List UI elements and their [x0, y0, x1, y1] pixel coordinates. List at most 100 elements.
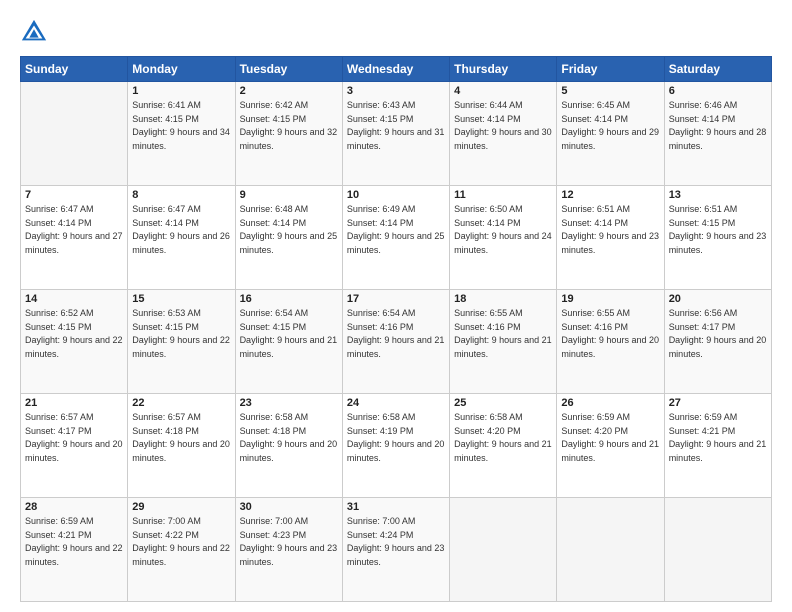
day-info: Sunrise: 6:57 AM Sunset: 4:18 PM Dayligh… — [132, 411, 230, 465]
day-info: Sunrise: 6:47 AM Sunset: 4:14 PM Dayligh… — [132, 203, 230, 257]
day-info: Sunrise: 6:55 AM Sunset: 4:16 PM Dayligh… — [454, 307, 552, 361]
day-info: Sunrise: 6:58 AM Sunset: 4:20 PM Dayligh… — [454, 411, 552, 465]
day-number: 3 — [347, 85, 445, 97]
week-row-2: 14 Sunrise: 6:52 AM Sunset: 4:15 PM Dayl… — [21, 290, 772, 394]
calendar-cell — [557, 498, 664, 602]
calendar-cell: 19 Sunrise: 6:55 AM Sunset: 4:16 PM Dayl… — [557, 290, 664, 394]
calendar-cell: 12 Sunrise: 6:51 AM Sunset: 4:14 PM Dayl… — [557, 186, 664, 290]
week-row-4: 28 Sunrise: 6:59 AM Sunset: 4:21 PM Dayl… — [21, 498, 772, 602]
day-info: Sunrise: 6:50 AM Sunset: 4:14 PM Dayligh… — [454, 203, 552, 257]
calendar-cell: 9 Sunrise: 6:48 AM Sunset: 4:14 PM Dayli… — [235, 186, 342, 290]
day-number: 5 — [561, 85, 659, 97]
day-info: Sunrise: 7:00 AM Sunset: 4:23 PM Dayligh… — [240, 515, 338, 569]
day-number: 4 — [454, 85, 552, 97]
day-number: 30 — [240, 501, 338, 513]
day-number: 11 — [454, 189, 552, 201]
week-row-1: 7 Sunrise: 6:47 AM Sunset: 4:14 PM Dayli… — [21, 186, 772, 290]
day-number: 26 — [561, 397, 659, 409]
week-row-0: 1 Sunrise: 6:41 AM Sunset: 4:15 PM Dayli… — [21, 82, 772, 186]
calendar-cell: 5 Sunrise: 6:45 AM Sunset: 4:14 PM Dayli… — [557, 82, 664, 186]
calendar-cell: 26 Sunrise: 6:59 AM Sunset: 4:20 PM Dayl… — [557, 394, 664, 498]
day-info: Sunrise: 6:56 AM Sunset: 4:17 PM Dayligh… — [669, 307, 767, 361]
calendar-cell: 17 Sunrise: 6:54 AM Sunset: 4:16 PM Dayl… — [342, 290, 449, 394]
calendar-cell: 28 Sunrise: 6:59 AM Sunset: 4:21 PM Dayl… — [21, 498, 128, 602]
day-number: 19 — [561, 293, 659, 305]
day-number: 15 — [132, 293, 230, 305]
calendar-cell: 14 Sunrise: 6:52 AM Sunset: 4:15 PM Dayl… — [21, 290, 128, 394]
calendar-cell — [21, 82, 128, 186]
day-info: Sunrise: 6:55 AM Sunset: 4:16 PM Dayligh… — [561, 307, 659, 361]
day-info: Sunrise: 6:47 AM Sunset: 4:14 PM Dayligh… — [25, 203, 123, 257]
day-number: 1 — [132, 85, 230, 97]
calendar-cell: 16 Sunrise: 6:54 AM Sunset: 4:15 PM Dayl… — [235, 290, 342, 394]
day-info: Sunrise: 6:58 AM Sunset: 4:18 PM Dayligh… — [240, 411, 338, 465]
day-number: 12 — [561, 189, 659, 201]
day-number: 27 — [669, 397, 767, 409]
calendar-cell: 15 Sunrise: 6:53 AM Sunset: 4:15 PM Dayl… — [128, 290, 235, 394]
calendar-cell: 13 Sunrise: 6:51 AM Sunset: 4:15 PM Dayl… — [664, 186, 771, 290]
day-number: 10 — [347, 189, 445, 201]
calendar-cell: 20 Sunrise: 6:56 AM Sunset: 4:17 PM Dayl… — [664, 290, 771, 394]
logo-icon — [20, 18, 48, 46]
day-number: 25 — [454, 397, 552, 409]
calendar-cell: 29 Sunrise: 7:00 AM Sunset: 4:22 PM Dayl… — [128, 498, 235, 602]
calendar-cell: 18 Sunrise: 6:55 AM Sunset: 4:16 PM Dayl… — [450, 290, 557, 394]
calendar-cell: 24 Sunrise: 6:58 AM Sunset: 4:19 PM Dayl… — [342, 394, 449, 498]
day-info: Sunrise: 6:51 AM Sunset: 4:15 PM Dayligh… — [669, 203, 767, 257]
calendar-cell: 22 Sunrise: 6:57 AM Sunset: 4:18 PM Dayl… — [128, 394, 235, 498]
calendar-cell: 27 Sunrise: 6:59 AM Sunset: 4:21 PM Dayl… — [664, 394, 771, 498]
day-number: 14 — [25, 293, 123, 305]
calendar-cell — [450, 498, 557, 602]
day-info: Sunrise: 6:46 AM Sunset: 4:14 PM Dayligh… — [669, 99, 767, 153]
day-number: 16 — [240, 293, 338, 305]
weekday-header-row: SundayMondayTuesdayWednesdayThursdayFrid… — [21, 57, 772, 82]
weekday-header-thursday: Thursday — [450, 57, 557, 82]
header — [20, 18, 772, 46]
calendar-cell: 31 Sunrise: 7:00 AM Sunset: 4:24 PM Dayl… — [342, 498, 449, 602]
day-number: 21 — [25, 397, 123, 409]
day-number: 13 — [669, 189, 767, 201]
calendar: SundayMondayTuesdayWednesdayThursdayFrid… — [20, 56, 772, 602]
day-number: 31 — [347, 501, 445, 513]
calendar-cell: 6 Sunrise: 6:46 AM Sunset: 4:14 PM Dayli… — [664, 82, 771, 186]
day-info: Sunrise: 6:41 AM Sunset: 4:15 PM Dayligh… — [132, 99, 230, 153]
day-info: Sunrise: 6:54 AM Sunset: 4:15 PM Dayligh… — [240, 307, 338, 361]
day-info: Sunrise: 6:48 AM Sunset: 4:14 PM Dayligh… — [240, 203, 338, 257]
weekday-header-monday: Monday — [128, 57, 235, 82]
day-info: Sunrise: 6:59 AM Sunset: 4:21 PM Dayligh… — [25, 515, 123, 569]
calendar-cell: 1 Sunrise: 6:41 AM Sunset: 4:15 PM Dayli… — [128, 82, 235, 186]
day-info: Sunrise: 6:44 AM Sunset: 4:14 PM Dayligh… — [454, 99, 552, 153]
week-row-3: 21 Sunrise: 6:57 AM Sunset: 4:17 PM Dayl… — [21, 394, 772, 498]
day-info: Sunrise: 6:59 AM Sunset: 4:21 PM Dayligh… — [669, 411, 767, 465]
day-info: Sunrise: 6:49 AM Sunset: 4:14 PM Dayligh… — [347, 203, 445, 257]
calendar-cell: 3 Sunrise: 6:43 AM Sunset: 4:15 PM Dayli… — [342, 82, 449, 186]
day-info: Sunrise: 6:59 AM Sunset: 4:20 PM Dayligh… — [561, 411, 659, 465]
calendar-cell: 25 Sunrise: 6:58 AM Sunset: 4:20 PM Dayl… — [450, 394, 557, 498]
day-info: Sunrise: 7:00 AM Sunset: 4:22 PM Dayligh… — [132, 515, 230, 569]
calendar-cell: 7 Sunrise: 6:47 AM Sunset: 4:14 PM Dayli… — [21, 186, 128, 290]
day-info: Sunrise: 6:53 AM Sunset: 4:15 PM Dayligh… — [132, 307, 230, 361]
day-info: Sunrise: 7:00 AM Sunset: 4:24 PM Dayligh… — [347, 515, 445, 569]
day-number: 23 — [240, 397, 338, 409]
calendar-cell: 30 Sunrise: 7:00 AM Sunset: 4:23 PM Dayl… — [235, 498, 342, 602]
day-number: 29 — [132, 501, 230, 513]
day-number: 18 — [454, 293, 552, 305]
weekday-header-saturday: Saturday — [664, 57, 771, 82]
calendar-cell: 8 Sunrise: 6:47 AM Sunset: 4:14 PM Dayli… — [128, 186, 235, 290]
day-info: Sunrise: 6:57 AM Sunset: 4:17 PM Dayligh… — [25, 411, 123, 465]
weekday-header-tuesday: Tuesday — [235, 57, 342, 82]
day-number: 20 — [669, 293, 767, 305]
day-info: Sunrise: 6:54 AM Sunset: 4:16 PM Dayligh… — [347, 307, 445, 361]
calendar-cell — [664, 498, 771, 602]
calendar-cell: 2 Sunrise: 6:42 AM Sunset: 4:15 PM Dayli… — [235, 82, 342, 186]
day-number: 8 — [132, 189, 230, 201]
day-info: Sunrise: 6:51 AM Sunset: 4:14 PM Dayligh… — [561, 203, 659, 257]
calendar-cell: 4 Sunrise: 6:44 AM Sunset: 4:14 PM Dayli… — [450, 82, 557, 186]
calendar-cell: 21 Sunrise: 6:57 AM Sunset: 4:17 PM Dayl… — [21, 394, 128, 498]
day-number: 9 — [240, 189, 338, 201]
calendar-cell: 23 Sunrise: 6:58 AM Sunset: 4:18 PM Dayl… — [235, 394, 342, 498]
day-number: 24 — [347, 397, 445, 409]
day-info: Sunrise: 6:52 AM Sunset: 4:15 PM Dayligh… — [25, 307, 123, 361]
day-number: 28 — [25, 501, 123, 513]
day-number: 7 — [25, 189, 123, 201]
